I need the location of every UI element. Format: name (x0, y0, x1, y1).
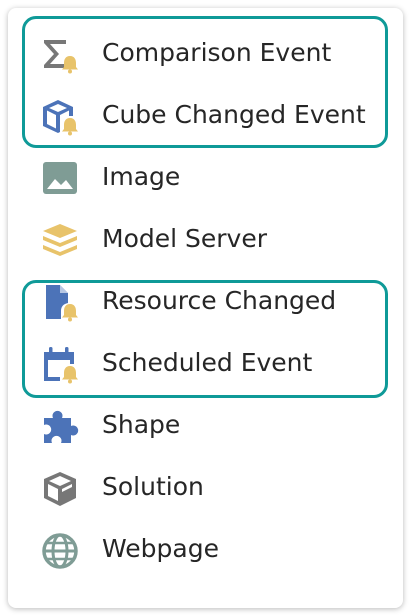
puzzle-icon (40, 407, 80, 447)
menu-item-shape[interactable]: Shape (8, 394, 403, 456)
file-bell-icon (40, 283, 80, 323)
menu-item-label: Solution (102, 472, 204, 501)
menu-item-model-server[interactable]: Model Server (8, 208, 403, 270)
menu-item-label: Model Server (102, 224, 267, 253)
menu-item-label: Image (102, 162, 181, 191)
menu-item-label: Cube Changed Event (102, 100, 366, 129)
menu-item-image[interactable]: Image (8, 146, 403, 208)
menu-item-label: Webpage (102, 534, 219, 563)
menu-item-label: Shape (102, 410, 181, 439)
sigma-bell-icon (40, 35, 80, 75)
menu-item-solution[interactable]: Solution (8, 456, 403, 518)
menu-item-label: Resource Changed (102, 286, 337, 315)
new-item-menu: Comparison Event Cube Changed Event Imag… (8, 8, 403, 608)
image-icon (40, 159, 80, 199)
menu-item-webpage[interactable]: Webpage (8, 518, 403, 580)
globe-icon (40, 531, 80, 571)
menu-item-resource-changed[interactable]: Resource Changed (8, 270, 403, 332)
calendar-bell-icon (40, 345, 80, 385)
cube-bell-icon (40, 97, 80, 137)
menu-item-label: Comparison Event (102, 38, 332, 67)
menu-item-label: Scheduled Event (102, 348, 313, 377)
menu-item-scheduled-event[interactable]: Scheduled Event (8, 332, 403, 394)
server-stack-icon (40, 221, 80, 261)
menu-item-comparison-event[interactable]: Comparison Event (8, 22, 403, 84)
box-icon (40, 469, 80, 509)
menu-item-cube-changed-event[interactable]: Cube Changed Event (8, 84, 403, 146)
